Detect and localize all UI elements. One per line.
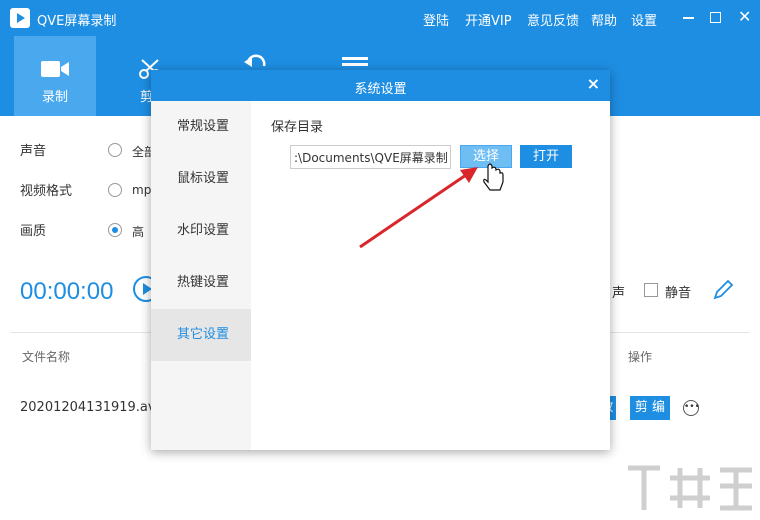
watermark-logo bbox=[628, 465, 752, 511]
annotation-overlay bbox=[359, 163, 504, 249]
hand-cursor-icon bbox=[483, 163, 504, 191]
red-arrow-line bbox=[359, 173, 467, 249]
red-arrow-head bbox=[460, 167, 478, 183]
